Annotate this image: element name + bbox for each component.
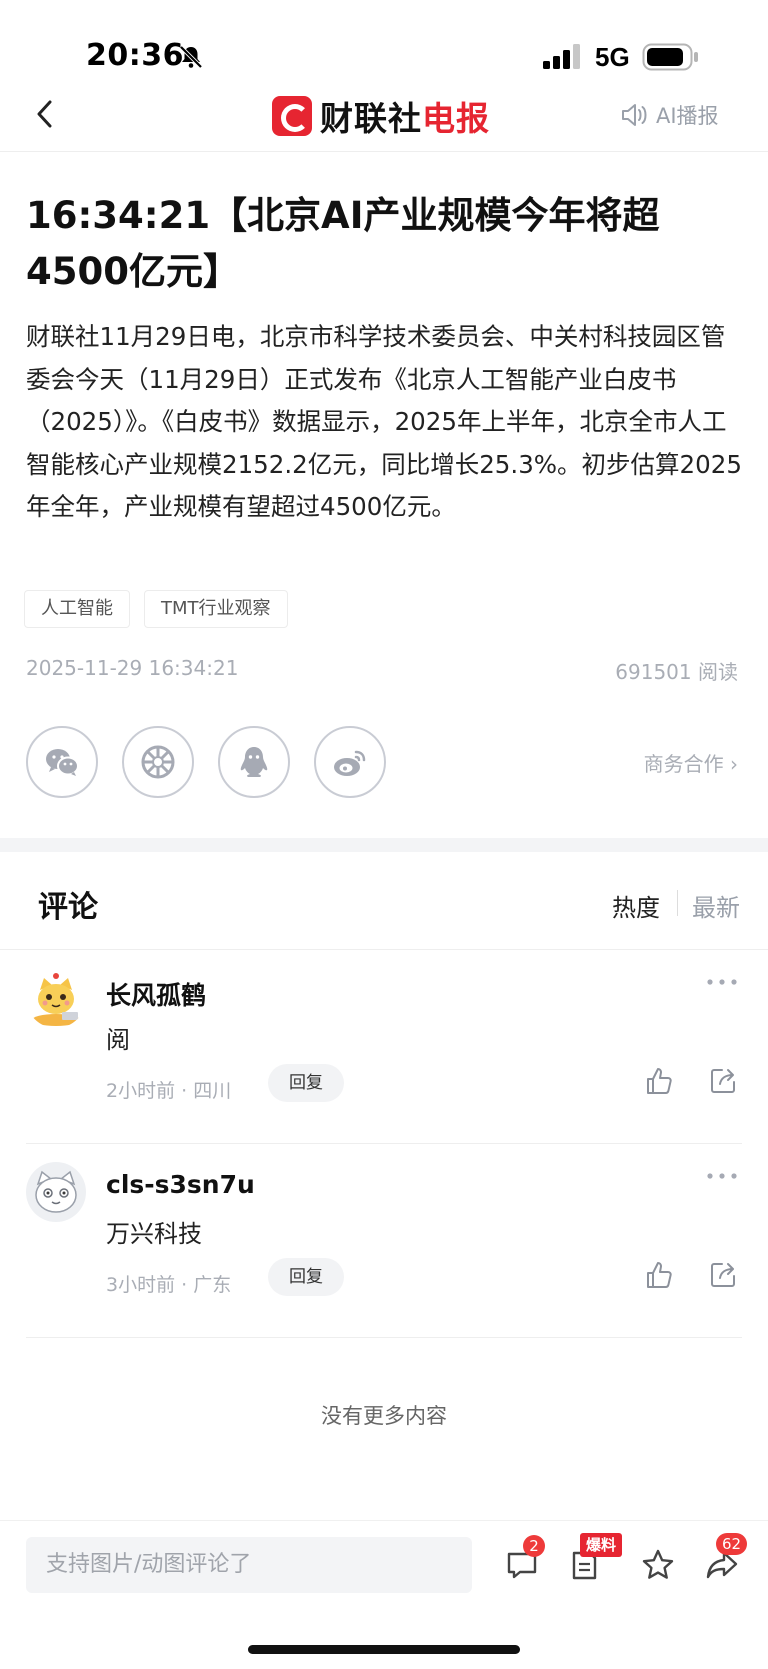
- share-moments-button[interactable]: [122, 726, 194, 798]
- qq-icon: [240, 747, 268, 777]
- bell-muted-icon: [179, 45, 203, 69]
- moments-icon: [141, 745, 175, 779]
- star-icon[interactable]: [640, 1547, 676, 1583]
- reply-button[interactable]: 回复: [268, 1064, 344, 1102]
- share-row: [26, 726, 410, 798]
- comment-text: 阅: [106, 1026, 130, 1054]
- share-wechat-button[interactable]: [26, 726, 98, 798]
- read-count: 691501 阅读: [615, 660, 738, 684]
- section-divider: [0, 838, 768, 852]
- wechat-icon: [46, 749, 79, 776]
- ai-read-label: AI播报: [656, 104, 719, 128]
- bottom-bar: 支持图片/动图评论了 2 爆料 62: [0, 1520, 768, 1669]
- status-time: 20:36: [86, 38, 184, 73]
- tag-ai[interactable]: 人工智能: [24, 590, 130, 628]
- comment-count-badge: 2: [523, 1535, 545, 1557]
- share-weibo-button[interactable]: [314, 726, 386, 798]
- comment-text: 万兴科技: [106, 1220, 202, 1248]
- thumbs-up-icon[interactable]: [644, 1260, 674, 1290]
- comment-username[interactable]: 长风孤鹤: [106, 976, 206, 1012]
- share-out-icon[interactable]: [708, 1066, 738, 1096]
- ai-read-button[interactable]: AI播报: [620, 100, 719, 130]
- brand-logo-icon: [272, 96, 312, 136]
- brand-title: 财联社 电报: [272, 92, 490, 140]
- nav-bar: 财联社 电报 AI播报: [0, 80, 768, 152]
- sort-new-tab[interactable]: 最新: [692, 888, 740, 923]
- battery-icon: [642, 43, 698, 71]
- avatar[interactable]: [26, 968, 86, 1028]
- comment-input[interactable]: 支持图片/动图评论了: [26, 1537, 472, 1593]
- more-options-icon[interactable]: [706, 1170, 738, 1182]
- speaker-icon: [622, 104, 647, 126]
- publish-date: 2025-11-29 16:34:21: [26, 656, 239, 680]
- thumbs-up-icon[interactable]: [644, 1066, 674, 1096]
- network-label: 5G: [595, 42, 630, 72]
- home-indicator: [248, 1645, 520, 1654]
- brand-name: 财联社: [320, 99, 422, 138]
- reply-button[interactable]: 回复: [268, 1258, 344, 1296]
- article-body: 财联社11月29日电，北京市科学技术委员会、中关村科技园区管委会今天（11月29…: [26, 322, 742, 521]
- comment-meta: 3小时前 · 广东: [106, 1274, 232, 1296]
- tag-list: 人工智能 TMT行业观察: [24, 590, 302, 628]
- brand-accent: 电报: [422, 99, 490, 138]
- tag-tmt[interactable]: TMT行业观察: [144, 590, 288, 628]
- avatar[interactable]: [26, 1162, 86, 1222]
- comment-item: 长风孤鹤 阅 2小时前 · 四川 回复: [26, 950, 742, 1144]
- comment-username[interactable]: cls-s3sn7u: [106, 1170, 255, 1199]
- comment-meta: 2小时前 · 四川: [106, 1080, 232, 1102]
- more-options-icon[interactable]: [706, 976, 738, 988]
- tip-badge: 爆料: [580, 1533, 623, 1557]
- comments-title: 评论: [38, 890, 98, 925]
- article-title: 16:34:21【北京AI产业规模今年将超4500亿元】: [26, 194, 660, 293]
- back-arrow-icon[interactable]: [30, 96, 60, 132]
- sort-separator: [677, 890, 678, 916]
- business-cooperation-link[interactable]: 商务合作 ›: [644, 748, 738, 777]
- sort-hot-tab[interactable]: 热度: [612, 888, 660, 923]
- weibo-icon: [334, 750, 366, 776]
- comment-item: cls-s3sn7u 万兴科技 3小时前 · 广东 回复: [26, 1144, 742, 1338]
- signal-icon: [543, 44, 580, 69]
- share-qq-button[interactable]: [218, 726, 290, 798]
- share-out-icon[interactable]: [708, 1260, 738, 1290]
- comments-header: 评论 热度 最新: [0, 852, 768, 950]
- share-count-badge: 62: [716, 1533, 748, 1555]
- no-more-content: 没有更多内容: [321, 1404, 447, 1428]
